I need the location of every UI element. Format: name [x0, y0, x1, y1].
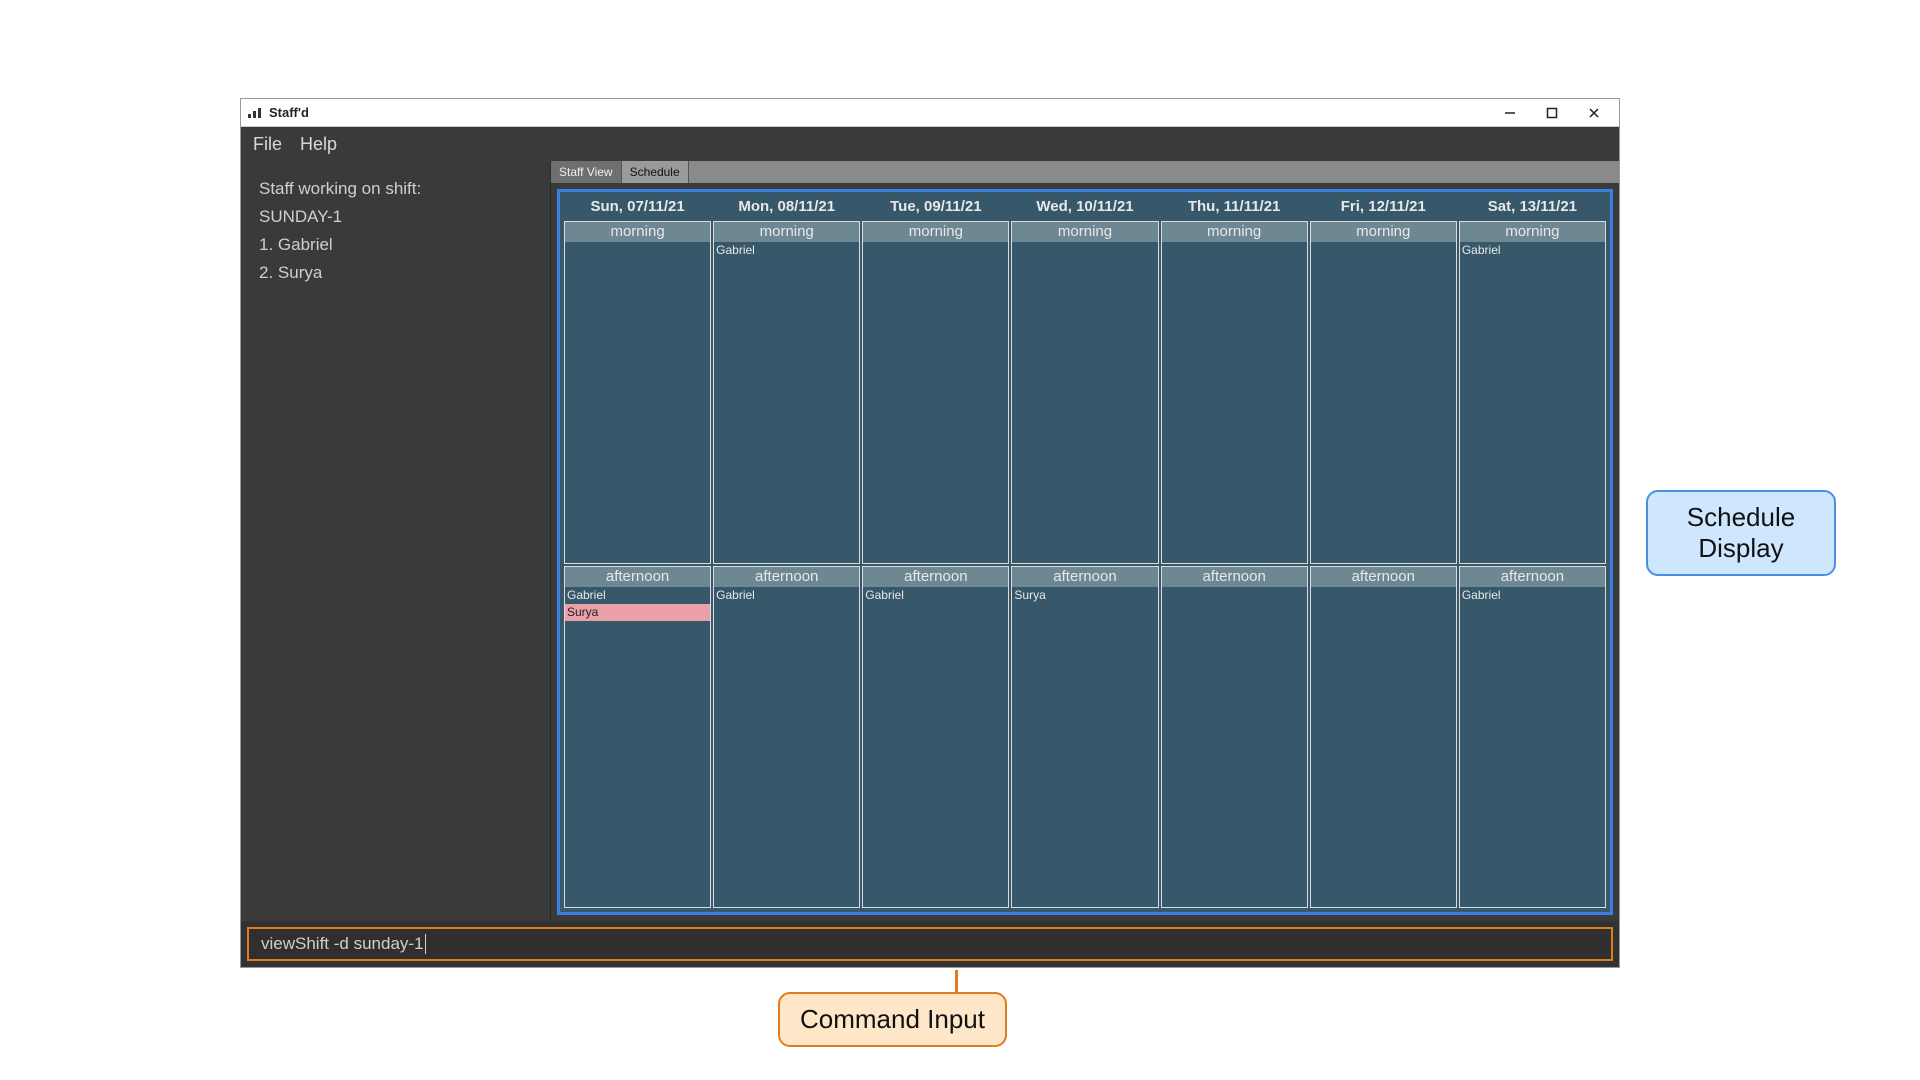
main-row: Staff working on shift: SUNDAY-1 1. Gabr…: [241, 161, 1619, 921]
app-window: Staff'd File Help Staff working on shift…: [240, 98, 1620, 968]
slot-body: Gabriel: [714, 242, 859, 563]
slot-header: afternoon: [863, 567, 1008, 587]
slot-body: Gabriel: [714, 587, 859, 908]
shift-slot-afternoon[interactable]: afternoonGabriel: [862, 566, 1009, 909]
slot-header: morning: [1162, 222, 1307, 242]
slot-header: afternoon: [1012, 567, 1157, 587]
titlebar: Staff'd: [241, 99, 1619, 127]
callout-schedule-display: Schedule Display: [1646, 490, 1836, 576]
day-column: Fri, 12/11/21 morning afternoon: [1310, 196, 1457, 908]
app-icon: [247, 105, 263, 121]
sidebar-shift-id: SUNDAY-1: [259, 203, 532, 231]
slot-header: morning: [1460, 222, 1605, 242]
menubar: File Help: [241, 127, 1619, 161]
app-body: File Help Staff working on shift: SUNDAY…: [241, 127, 1619, 967]
shift-slot-afternoon[interactable]: afternoon: [1310, 566, 1457, 909]
day-column: Wed, 10/11/21 morning afternoonSurya: [1011, 196, 1158, 908]
shift-slot-morning[interactable]: morning: [1011, 221, 1158, 564]
staff-entry[interactable]: Gabriel: [565, 587, 710, 604]
slot-body: [565, 242, 710, 563]
day-header: Tue, 09/11/21: [862, 196, 1009, 219]
slot-header: morning: [863, 222, 1008, 242]
shift-slot-afternoon[interactable]: afternoonGabriel: [1459, 566, 1606, 909]
slot-body: [1162, 587, 1307, 908]
staff-entry[interactable]: Gabriel: [1460, 587, 1605, 604]
sidebar-staff-item: 1. Gabriel: [259, 231, 532, 259]
shift-slot-morning[interactable]: morning: [862, 221, 1009, 564]
staff-entry[interactable]: Surya: [1012, 587, 1157, 604]
menu-help[interactable]: Help: [300, 134, 337, 155]
staff-entry[interactable]: Gabriel: [1460, 242, 1605, 259]
day-header: Sun, 07/11/21: [564, 196, 711, 219]
schedule-wrap: Sun, 07/11/21morningafternoonGabrielSury…: [551, 183, 1619, 921]
tab-schedule[interactable]: Schedule: [622, 161, 689, 183]
slot-header: morning: [714, 222, 859, 242]
shift-slot-morning[interactable]: morningGabriel: [713, 221, 860, 564]
command-row: viewShift -d sunday-1: [241, 921, 1619, 967]
shift-slot-morning[interactable]: morning: [1161, 221, 1308, 564]
minimize-button[interactable]: [1501, 104, 1519, 122]
day-header: Fri, 12/11/21: [1310, 196, 1457, 219]
slot-header: morning: [1012, 222, 1157, 242]
sidebar: Staff working on shift: SUNDAY-1 1. Gabr…: [241, 161, 551, 921]
shift-slot-afternoon[interactable]: afternoonSurya: [1011, 566, 1158, 909]
day-column: Tue, 09/11/21 morning afternoonGabriel: [862, 196, 1009, 908]
tab-strip: Staff View Schedule: [551, 161, 1619, 183]
window-title: Staff'd: [269, 105, 309, 120]
sidebar-heading: Staff working on shift:: [259, 175, 532, 203]
day-column: Sun, 07/11/21 morning afternoonGabrielSury…: [564, 196, 711, 908]
window-controls: [1501, 104, 1613, 122]
slot-header: afternoon: [565, 567, 710, 587]
staff-entry[interactable]: Gabriel: [714, 242, 859, 259]
slot-header: afternoon: [1162, 567, 1307, 587]
shift-slot-afternoon[interactable]: afternoonGabriel: [713, 566, 860, 909]
maximize-button[interactable]: [1543, 104, 1561, 122]
day-header: Sat, 13/11/21: [1459, 196, 1606, 219]
slot-body: [863, 242, 1008, 563]
shift-slot-morning[interactable]: morningGabriel: [1459, 221, 1606, 564]
tab-staff-view[interactable]: Staff View: [551, 161, 622, 183]
slot-body: [1311, 242, 1456, 563]
shift-slot-morning[interactable]: morning: [1310, 221, 1457, 564]
day-header: Wed, 10/11/21: [1011, 196, 1158, 219]
text-caret-icon: [425, 934, 426, 954]
day-header: Mon, 08/11/21: [713, 196, 860, 219]
sidebar-staff-item: 2. Surya: [259, 259, 532, 287]
slot-header: morning: [1311, 222, 1456, 242]
staff-entry[interactable]: Gabriel: [714, 587, 859, 604]
connector-line: [955, 970, 958, 992]
schedule-grid: Sun, 07/11/21morningafternoonGabrielSury…: [557, 189, 1613, 915]
command-input-text: viewShift -d sunday-1: [261, 934, 424, 954]
callout-command-input: Command Input: [778, 992, 1007, 1047]
staff-entry[interactable]: Gabriel: [863, 587, 1008, 604]
command-input[interactable]: viewShift -d sunday-1: [247, 927, 1613, 961]
slot-body: Gabriel: [1460, 242, 1605, 563]
slot-header: afternoon: [1311, 567, 1456, 587]
content-area: Staff View Schedule Sun, 07/11/21morning…: [551, 161, 1619, 921]
slot-body: [1012, 242, 1157, 563]
slot-body: Gabriel: [863, 587, 1008, 908]
slot-header: afternoon: [714, 567, 859, 587]
staff-entry[interactable]: Surya: [565, 604, 710, 621]
shift-slot-morning[interactable]: morning: [564, 221, 711, 564]
slot-header: morning: [565, 222, 710, 242]
slot-body: GabrielSurya: [565, 587, 710, 908]
day-column: Mon, 08/11/21morningGabrielafternoonGabr…: [713, 196, 860, 908]
day-header: Thu, 11/11/21: [1161, 196, 1308, 219]
day-column: Sat, 13/11/21morningGabrielafternoonGabr…: [1459, 196, 1606, 908]
close-button[interactable]: [1585, 104, 1603, 122]
shift-slot-afternoon[interactable]: afternoonGabrielSurya: [564, 566, 711, 909]
menu-file[interactable]: File: [253, 134, 282, 155]
day-column: Thu, 11/11/21 morning afternoon: [1161, 196, 1308, 908]
callout-label: Command Input: [800, 1004, 985, 1034]
shift-slot-afternoon[interactable]: afternoon: [1161, 566, 1308, 909]
slot-body: [1311, 587, 1456, 908]
slot-body: [1162, 242, 1307, 563]
slot-body: Gabriel: [1460, 587, 1605, 908]
slot-header: afternoon: [1460, 567, 1605, 587]
slot-body: Surya: [1012, 587, 1157, 908]
callout-label: Schedule Display: [1687, 502, 1795, 563]
